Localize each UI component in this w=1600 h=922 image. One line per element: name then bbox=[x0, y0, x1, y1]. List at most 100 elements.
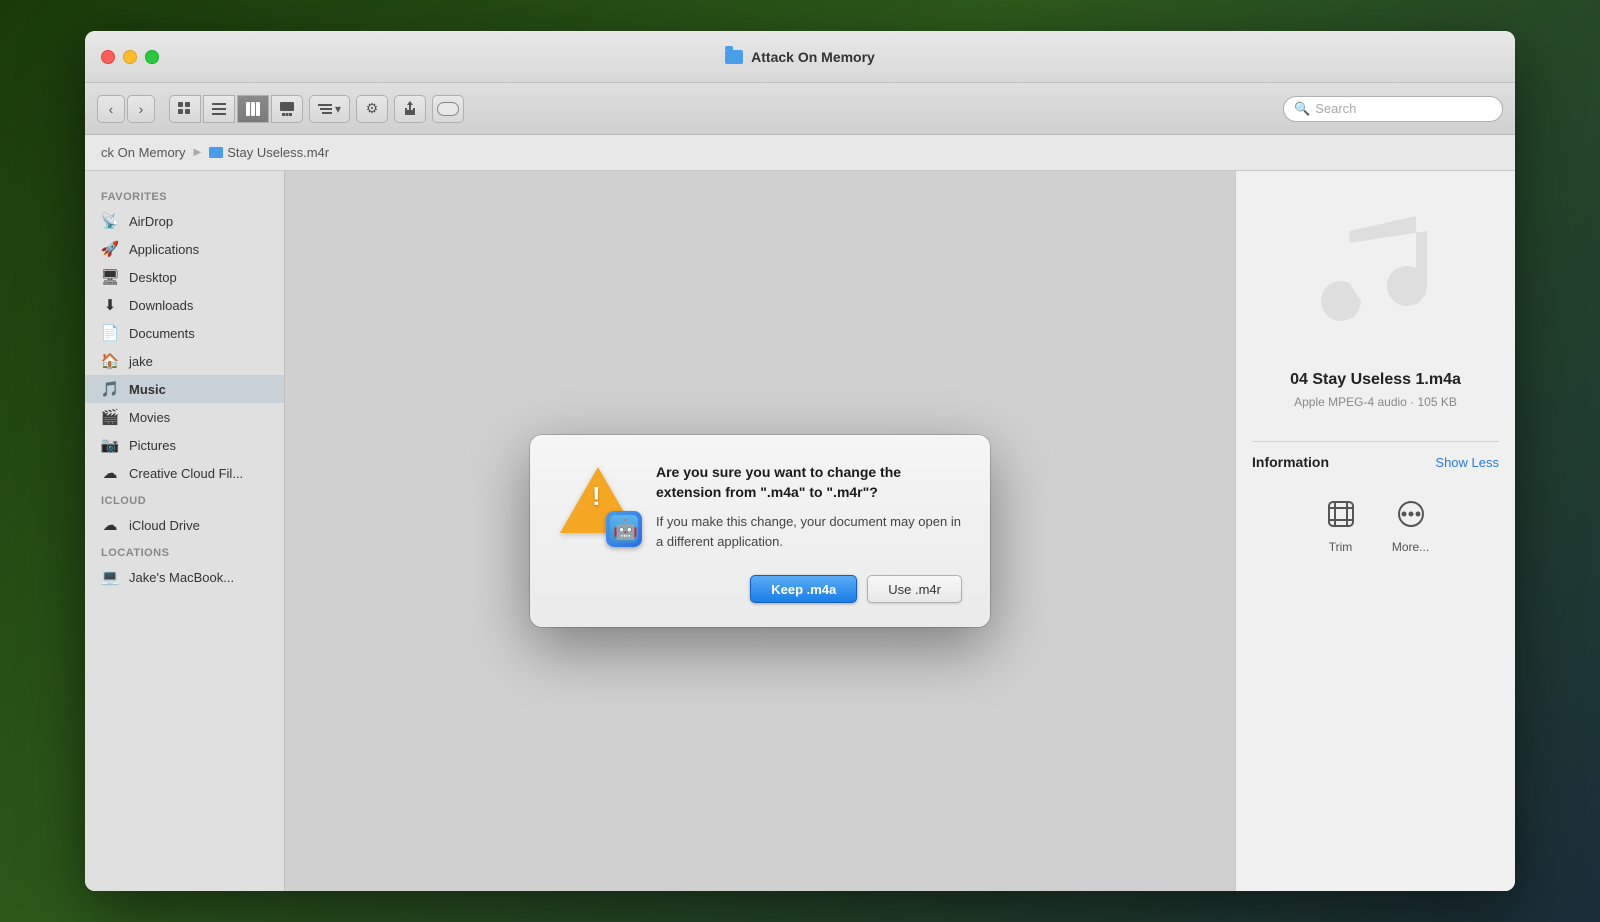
back-button[interactable]: ‹ bbox=[97, 95, 125, 123]
sidebar-label-jake: jake bbox=[129, 354, 153, 369]
sidebar-label-desktop: Desktop bbox=[129, 270, 177, 285]
breadcrumb-child[interactable]: Stay Useless.m4r bbox=[209, 145, 329, 160]
sidebar-label-macbook: Jake's MacBook... bbox=[129, 570, 234, 585]
group-button[interactable]: ▾ bbox=[309, 95, 350, 123]
more-action[interactable]: More... bbox=[1391, 494, 1431, 554]
sidebar-item-desktop[interactable]: 🖥 Desktop bbox=[85, 263, 284, 291]
title-bar: Attack On Memory bbox=[85, 31, 1515, 83]
share-button[interactable] bbox=[394, 95, 426, 123]
preview-music-icon bbox=[1296, 191, 1456, 351]
sidebar-item-jake[interactable]: 🏠 jake bbox=[85, 347, 284, 375]
preview-meta: Apple MPEG-4 audio · 105 KB bbox=[1294, 395, 1457, 409]
macbook-icon: 💻 bbox=[101, 568, 119, 586]
jake-icon: 🏠 bbox=[101, 352, 119, 370]
favorites-header: Favorites bbox=[85, 183, 284, 207]
use-extension-button[interactable]: Use .m4r bbox=[867, 575, 962, 603]
keep-extension-button[interactable]: Keep .m4a bbox=[750, 575, 857, 603]
finder-face bbox=[610, 515, 638, 543]
finder-mini-icon bbox=[606, 511, 642, 547]
icon-view-button[interactable] bbox=[169, 95, 201, 123]
gallery-view-button[interactable] bbox=[271, 95, 303, 123]
trim-label: Trim bbox=[1329, 540, 1353, 554]
search-placeholder: Search bbox=[1315, 101, 1356, 116]
close-button[interactable] bbox=[101, 50, 115, 64]
sidebar-item-icloud-drive[interactable]: ☁ iCloud Drive bbox=[85, 511, 284, 539]
more-icon bbox=[1391, 494, 1431, 534]
sidebar-item-applications[interactable]: 🚀 Applications bbox=[85, 235, 284, 263]
icloud-drive-icon: ☁ bbox=[101, 516, 119, 534]
sidebar-label-movies: Movies bbox=[129, 410, 170, 425]
breadcrumb-folder-icon bbox=[209, 147, 223, 158]
sidebar-item-downloads[interactable]: ⬇ Downloads bbox=[85, 291, 284, 319]
preview-actions: Trim More... bbox=[1321, 494, 1431, 554]
minimize-button[interactable] bbox=[123, 50, 137, 64]
airdrop-icon: 📡 bbox=[101, 212, 119, 230]
list-view-button[interactable] bbox=[203, 95, 235, 123]
traffic-lights bbox=[101, 50, 159, 64]
nav-buttons: ‹ › bbox=[97, 95, 155, 123]
sidebar-item-airdrop[interactable]: 📡 AirDrop bbox=[85, 207, 284, 235]
preview-divider bbox=[1252, 441, 1499, 442]
icloud-header: iCloud bbox=[85, 487, 284, 511]
main-content: Favorites 📡 AirDrop 🚀 Applications 🖥 Des… bbox=[85, 171, 1515, 891]
more-label: More... bbox=[1392, 540, 1429, 554]
downloads-icon: ⬇ bbox=[101, 296, 119, 314]
search-bar[interactable]: 🔍 Search bbox=[1283, 96, 1503, 122]
sidebar-item-pictures[interactable]: 📷 Pictures bbox=[85, 431, 284, 459]
dialog-content: ! Are you sure you want to change the ex… bbox=[558, 463, 962, 551]
warning-icon: ! bbox=[558, 467, 638, 547]
breadcrumb-parent[interactable]: ck On Memory bbox=[101, 145, 186, 160]
dialog-overlay: ! Are you sure you want to change the ex… bbox=[285, 171, 1235, 891]
creative-cloud-icon: ☁ bbox=[101, 464, 119, 482]
sidebar-item-movies[interactable]: 🎬 Movies bbox=[85, 403, 284, 431]
dialog-icon-area: ! bbox=[558, 463, 638, 551]
sidebar-item-creative-cloud[interactable]: ☁ Creative Cloud Fil... bbox=[85, 459, 284, 487]
sidebar-label-pictures: Pictures bbox=[129, 438, 176, 453]
preview-pane: 04 Stay Useless 1.m4a Apple MPEG-4 audio… bbox=[1235, 171, 1515, 891]
tag-button[interactable] bbox=[432, 95, 464, 123]
preview-info-row: Information Show Less bbox=[1252, 454, 1499, 470]
desktop-icon: 🖥 bbox=[101, 268, 119, 286]
column-view-button[interactable] bbox=[237, 95, 269, 123]
movies-icon: 🎬 bbox=[101, 408, 119, 426]
breadcrumb-separator: ▶ bbox=[194, 147, 202, 158]
sidebar: Favorites 📡 AirDrop 🚀 Applications 🖥 Des… bbox=[85, 171, 285, 891]
dialog-buttons: Keep .m4a Use .m4r bbox=[558, 575, 962, 603]
pictures-icon: 📷 bbox=[101, 436, 119, 454]
folder-icon bbox=[725, 50, 743, 64]
sidebar-label-creative-cloud: Creative Cloud Fil... bbox=[129, 466, 243, 481]
sidebar-label-music: Music bbox=[129, 382, 166, 397]
sidebar-label-icloud-drive: iCloud Drive bbox=[129, 518, 200, 533]
preview-info-label: Information bbox=[1252, 454, 1329, 470]
sidebar-label-airdrop: AirDrop bbox=[129, 214, 173, 229]
sidebar-item-macbook[interactable]: 💻 Jake's MacBook... bbox=[85, 563, 284, 591]
sidebar-label-documents: Documents bbox=[129, 326, 195, 341]
show-less-link[interactable]: Show Less bbox=[1435, 455, 1499, 470]
warning-exclamation: ! bbox=[592, 483, 601, 509]
preview-filename: 04 Stay Useless 1.m4a bbox=[1290, 371, 1461, 389]
view-buttons bbox=[169, 95, 303, 123]
locations-header: Locations bbox=[85, 539, 284, 563]
dialog-text: Are you sure you want to change the exte… bbox=[656, 463, 962, 551]
trim-action[interactable]: Trim bbox=[1321, 494, 1361, 554]
sidebar-label-downloads: Downloads bbox=[129, 298, 193, 313]
search-icon: 🔍 bbox=[1294, 101, 1310, 117]
sidebar-item-music[interactable]: 🎵 Music bbox=[85, 375, 284, 403]
breadcrumb: ck On Memory ▶ Stay Useless.m4r bbox=[85, 135, 1515, 171]
sidebar-label-applications: Applications bbox=[129, 242, 199, 257]
toolbar: ‹ › bbox=[85, 83, 1515, 135]
finder-window: Attack On Memory ‹ › bbox=[85, 31, 1515, 891]
trim-icon bbox=[1321, 494, 1361, 534]
window-title: Attack On Memory bbox=[725, 49, 875, 65]
action-button[interactable]: ⚙ bbox=[356, 95, 388, 123]
file-area[interactable]: ! Are you sure you want to change the ex… bbox=[285, 171, 1235, 891]
applications-icon: 🚀 bbox=[101, 240, 119, 258]
music-icon: 🎵 bbox=[101, 380, 119, 398]
dialog-message: If you make this change, your document m… bbox=[656, 512, 962, 551]
documents-icon: 📄 bbox=[101, 324, 119, 342]
dialog-title: Are you sure you want to change the exte… bbox=[656, 463, 962, 502]
sidebar-item-documents[interactable]: 📄 Documents bbox=[85, 319, 284, 347]
forward-button[interactable]: › bbox=[127, 95, 155, 123]
dialog: ! Are you sure you want to change the ex… bbox=[530, 435, 990, 627]
maximize-button[interactable] bbox=[145, 50, 159, 64]
